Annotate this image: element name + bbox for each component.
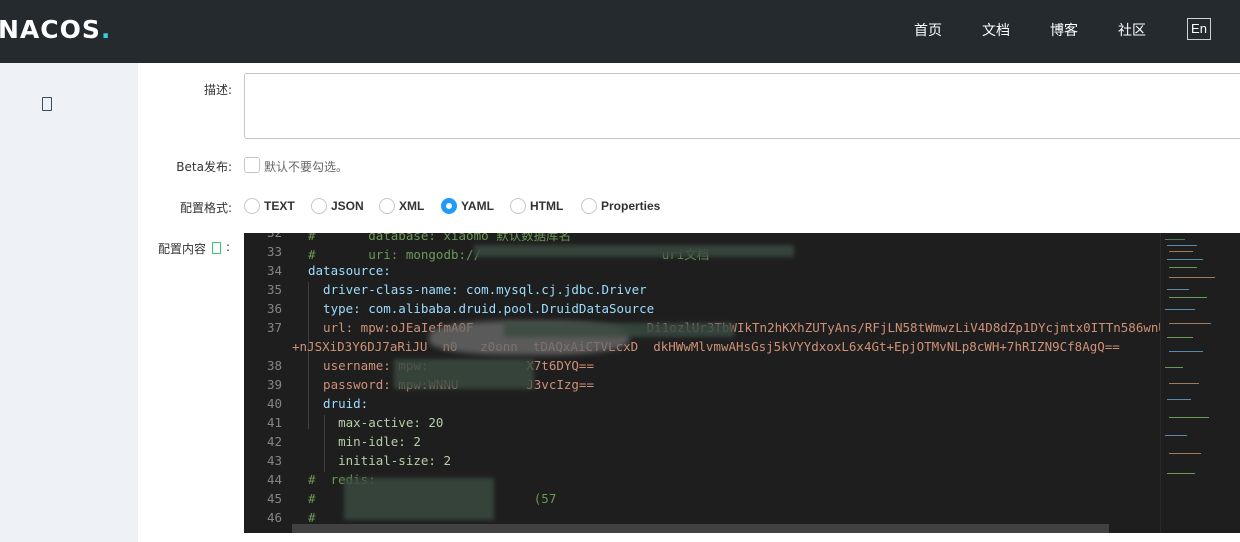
nav-community[interactable]: 社区 [1118, 20, 1146, 40]
code-line: driver-class-name: com.mysql.cj.jdbc.Dri… [308, 282, 647, 297]
redaction-blur [394, 359, 534, 389]
line-number: 43 [266, 453, 282, 468]
line-number: 39 [266, 377, 282, 392]
code-line: type: com.alibaba.druid.pool.DruidDataSo… [308, 301, 655, 316]
minimap-line [1169, 323, 1211, 324]
line-number: 44 [266, 472, 282, 487]
format-radio-html[interactable] [510, 198, 526, 214]
format-radio-text[interactable] [244, 198, 260, 214]
beta-checkbox[interactable] [244, 157, 260, 173]
nav-blog[interactable]: 博客 [1050, 20, 1078, 40]
nav-docs[interactable]: 文档 [982, 20, 1010, 40]
line-number: 36 [266, 301, 282, 316]
redaction-blur [474, 245, 794, 257]
code-line: druid: [308, 396, 369, 411]
content-label: 配置内容 [157, 242, 206, 256]
minimap-line [1169, 351, 1203, 352]
top-navbar: NACOS. 首页 文档 博客 社区 En [0, 0, 1240, 63]
line-number-gutter: 32 33 34 35 36 37 38 39 40 41 42 43 44 4… [244, 233, 292, 533]
minimap-line [1169, 277, 1215, 278]
beta-label: Beta发布: [176, 160, 232, 174]
format-label-json[interactable]: JSON [331, 199, 364, 213]
minimap-line [1167, 337, 1193, 338]
minimap-line [1169, 417, 1209, 418]
sidebar-toggle-icon[interactable] [42, 97, 52, 111]
minimap-line [1165, 239, 1185, 240]
sidebar [0, 63, 138, 542]
format-label-xml[interactable]: XML [399, 199, 424, 213]
editor-minimap[interactable] [1160, 233, 1240, 533]
minimap-line [1169, 251, 1193, 252]
format-radio-properties[interactable] [581, 198, 597, 214]
line-number: 35 [266, 282, 282, 297]
redaction-blur [504, 323, 734, 337]
minimap-line [1169, 383, 1199, 384]
minimap-line [1167, 399, 1191, 400]
minimap-line [1169, 297, 1207, 298]
code-line: # database: xiaomo 默认数据库名 [308, 233, 572, 243]
minimap-line [1165, 309, 1195, 310]
horizontal-scrollbar[interactable] [292, 524, 1109, 533]
language-switch-button[interactable]: En [1187, 18, 1211, 40]
line-number: 33 [266, 244, 282, 259]
line-number: 38 [266, 358, 282, 373]
line-number: 41 [266, 415, 282, 430]
line-number: 34 [266, 263, 282, 278]
minimap-line [1167, 259, 1203, 260]
help-icon[interactable] [212, 242, 221, 254]
format-label-html[interactable]: HTML [530, 199, 563, 213]
minimap-line [1167, 289, 1189, 290]
code-line: max-active: 20 [308, 415, 444, 430]
minimap-line [1165, 435, 1187, 436]
code-line-wrapped: +nJSXiD3Y6DJ7aRiJU n0 z0onn tDAQxAiCTVLc… [292, 339, 1120, 354]
line-number: 32 [246, 233, 282, 240]
beta-hint: 默认不要勾选。 [264, 160, 349, 174]
format-label-text[interactable]: TEXT [264, 199, 295, 213]
line-number: 45 [266, 491, 282, 506]
nacos-logo[interactable]: NACOS. [0, 15, 111, 44]
code-line: min-idle: 2 [308, 434, 421, 449]
nav-home[interactable]: 首页 [914, 20, 942, 40]
code-editor[interactable]: 32 33 34 35 36 37 38 39 40 41 42 43 44 4… [244, 233, 1240, 533]
format-label: 配置格式: [179, 201, 232, 215]
description-label: 描述: [203, 83, 232, 97]
minimap-line [1167, 245, 1197, 246]
format-label-properties[interactable]: Properties [601, 199, 660, 213]
line-number: 46 [266, 510, 282, 525]
code-line: initial-size: 2 [308, 453, 451, 468]
line-number: 40 [266, 396, 282, 411]
code-line: # [308, 510, 316, 525]
code-line: datasource: [308, 263, 391, 278]
line-number: 42 [266, 434, 282, 449]
description-textarea[interactable] [244, 73, 1240, 139]
format-radio-xml[interactable] [379, 198, 395, 214]
redaction-blur [344, 478, 494, 520]
minimap-line [1167, 473, 1195, 474]
line-number: 37 [266, 320, 282, 335]
minimap-line [1169, 267, 1197, 268]
format-radio-yaml[interactable] [441, 198, 457, 214]
minimap-line [1169, 453, 1201, 454]
minimap-line [1165, 367, 1183, 368]
format-label-yaml[interactable]: YAML [461, 199, 494, 213]
format-radio-json[interactable] [311, 198, 327, 214]
content-colon: : [226, 240, 231, 254]
